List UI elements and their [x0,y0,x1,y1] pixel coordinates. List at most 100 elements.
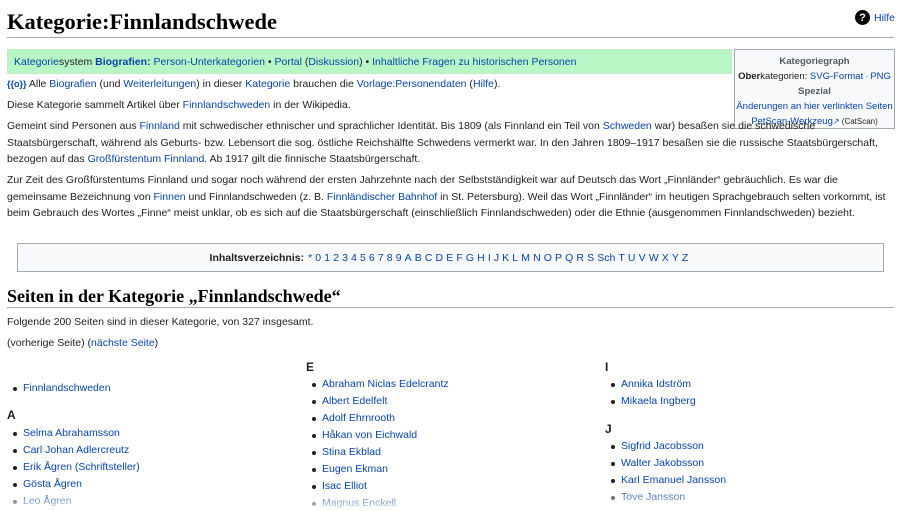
toc-link[interactable]: A [405,252,412,264]
banner-fragen-link[interactable]: Inhaltliche Fragen zu historischen Perso… [372,56,576,68]
table-of-contents: Inhaltsverzeichnis: * 0 1 2 3 4 5 6 7 8 9 A B C D E F G H I… [17,243,884,272]
letter-heading: J [605,422,612,436]
category-page-link[interactable]: Leo Ågren [12,495,71,507]
toc-link[interactable]: C [425,252,433,264]
category-page-link[interactable]: Mikaela Ingberg [611,395,696,407]
toc-link[interactable]: X [662,252,669,264]
toc-link[interactable]: H [477,252,485,264]
toc-link[interactable]: T [618,252,624,264]
notice-weiterleitungen-link[interactable]: Weiterleitungen [123,78,196,90]
category-page-link[interactable]: Tove Jansson [610,491,685,503]
toc-link[interactable]: I [488,252,491,264]
schweden-link[interactable]: Schweden [603,120,652,132]
toc-link[interactable]: 4 [351,252,357,264]
category-graph-box: Kategoriegraph Oberkategorien: SVG-Forma… [734,49,895,129]
toc-link[interactable]: S [587,252,594,264]
banner-diskussion-link[interactable]: Diskussion [308,56,359,68]
category-page-link[interactable]: Carl Johan Adlercreutz [12,444,129,456]
prev-page-text: (vorherige Seite) ( [7,337,92,349]
grossfuerstentum-link[interactable]: Großfürstentum Finnland [88,153,205,165]
catbox-ober-prefix: Ober [738,71,761,82]
toc-link[interactable]: Sch [597,252,615,264]
category-page-link[interactable]: Abraham Niclas Edelcrantz [312,378,449,390]
toc-link[interactable]: J [494,252,499,264]
toc-link[interactable]: O [544,252,552,264]
toc-link[interactable]: 3 [342,252,348,264]
category-page-link[interactable]: Sigfrid Jacobsson [611,440,704,452]
toc-link[interactable]: 7 [378,252,384,264]
toc-link[interactable]: P [555,252,562,264]
notice-text: Alle [26,78,50,90]
toc-link[interactable]: W [649,252,659,264]
catbox-aenderungen-link[interactable]: Änderungen an hier verlinkten Seiten [736,101,892,112]
template-icon[interactable]: {{o}} [7,79,27,89]
category-page-link[interactable]: Eugen Ekman [312,463,388,475]
category-page-link[interactable]: Karl Emanuel Jansson [610,474,726,486]
bahnhof-link[interactable]: Finnländischer Bahnhof [327,191,437,203]
banner-kategorie-link[interactable]: Kategorie [14,56,59,68]
toc-link[interactable]: D [436,252,444,264]
section-divider [7,307,894,308]
toc-link[interactable]: 1 [324,252,330,264]
toc-link[interactable]: * [308,252,312,264]
catbox-svg-link[interactable]: SVG-Format [810,71,863,82]
help-label[interactable]: Hilfe [874,12,895,24]
banner-separator: • [264,55,275,68]
toc-link[interactable]: N [533,252,541,264]
category-page-link[interactable]: Annika Idström [610,378,691,390]
category-page-link[interactable]: Isac Elliot [312,480,367,492]
category-page-link[interactable]: Adolf Ehrnrooth [312,412,395,424]
category-page-link[interactable]: Gösta Ågren [13,478,82,490]
category-page-link[interactable]: Albert Edelfelt [311,395,387,407]
banner-biografien-link[interactable]: Biografien: [95,56,150,68]
toc-link[interactable]: R [576,252,584,264]
toc-link[interactable]: 2 [333,252,339,264]
catbox-oberkategorien: Oberkategorien: SVG-Format · PNG [735,69,894,84]
category-page-link[interactable]: Finnlandschweden [13,382,111,394]
toc-link[interactable]: Y [672,252,679,264]
help-link[interactable]: ? Hilfe [854,10,895,25]
letter-heading: I [605,360,609,374]
toc-link[interactable]: E [446,252,453,264]
personendaten-notice: {{o}} Alle Biografien (und Weiterleitung… [7,78,500,90]
toc-link[interactable]: 5 [360,252,366,264]
category-page-link[interactable]: Stina Ekblad [312,446,381,458]
finnen-link[interactable]: Finnen [154,191,186,203]
finnlandschweden-link[interactable]: Finnlandschweden [183,99,271,111]
page-title: Kategorie:Finnlandschwede [7,9,277,34]
toc-link[interactable]: G [466,252,474,264]
toc-link[interactable]: Q [565,252,573,264]
toc-link[interactable]: 6 [369,252,375,264]
finnland-link[interactable]: Finnland [140,120,180,132]
category-page-link[interactable]: Håkan von Eichwald [311,429,417,441]
banner-separator: • [362,55,373,68]
toc-link[interactable]: K [502,252,509,264]
toc-link[interactable]: F [456,252,462,264]
category-page-link[interactable]: Selma Abrahamsson [13,427,120,439]
toc-link[interactable]: V [639,252,646,264]
toc-link[interactable]: M [521,252,530,264]
letter-heading: E [306,360,315,374]
toc-link[interactable]: B [415,252,422,264]
toc-link[interactable]: Z [682,252,688,264]
next-page-link[interactable]: nächste Seite [91,337,155,349]
notice-text: brauchen die [290,78,357,90]
catbox-spezial-heading: Spezial [798,86,831,97]
banner-person-unterkategorien-link[interactable]: Person-Unterkategorien [153,56,264,68]
notice-biografien-link[interactable]: Biografien [49,78,96,90]
toc-link[interactable]: U [628,252,636,264]
catbox-png-link[interactable]: PNG [870,71,891,82]
toc-link[interactable]: 9 [396,252,402,264]
toc-link[interactable]: 8 [387,252,393,264]
toc-link[interactable]: L [512,252,518,264]
notice-kategorie-link[interactable]: Kategorie [245,78,290,90]
notice-vorlage-link[interactable]: Vorlage:Personendaten [357,78,467,90]
catbox-heading: Kategoriegraph [779,56,850,67]
notice-hilfe-link[interactable]: Hilfe [473,78,494,90]
category-page-link[interactable]: Magnus Enckell [311,497,396,509]
toc-link[interactable]: 0 [315,252,321,264]
banner-portal-link[interactable]: Portal [274,56,301,68]
category-page-link[interactable]: Walter Jakobsson [610,457,704,469]
para-text: . Ab 1917 gilt die finnische Staatsbürge… [204,153,421,165]
category-page-link[interactable]: Erik Ågren (Schriftsteller) [13,461,140,473]
